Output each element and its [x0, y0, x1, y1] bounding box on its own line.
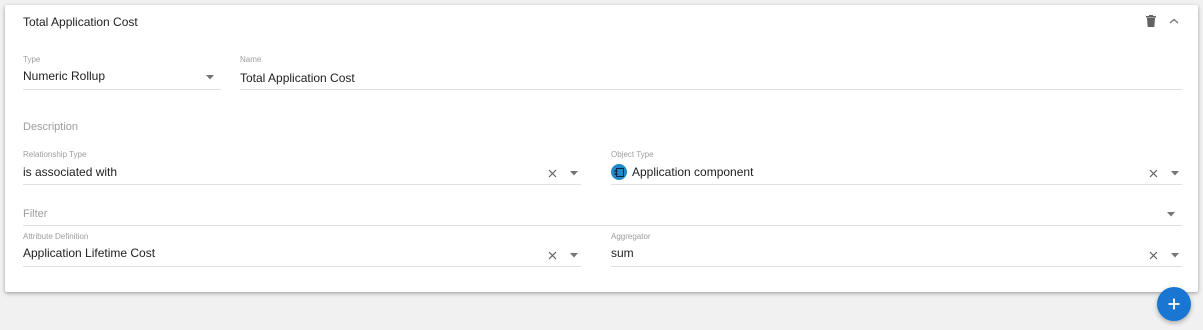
- object-type-dropdown-toggle[interactable]: [1168, 166, 1182, 180]
- aggregator-clear-button[interactable]: [1146, 248, 1160, 262]
- card-title: Total Application Cost: [23, 15, 138, 29]
- add-button[interactable]: [1157, 287, 1191, 321]
- attribute-definition-value: Application Lifetime Cost: [23, 246, 156, 260]
- caret-down-icon: [1167, 211, 1175, 216]
- aggregator-label: Aggregator: [611, 232, 651, 241]
- name-label: Name: [240, 55, 262, 64]
- close-icon: [548, 169, 556, 177]
- close-icon: [1149, 169, 1157, 177]
- relationship-type-value: is associated with: [23, 165, 118, 179]
- aggregator-dropdown-toggle[interactable]: [1168, 248, 1182, 262]
- filter-select[interactable]: Filter: [23, 203, 1182, 226]
- delete-button[interactable]: [1142, 11, 1160, 31]
- close-icon: [548, 251, 556, 259]
- plus-icon: [1168, 298, 1180, 310]
- aggregator-select[interactable]: Aggregator sum: [611, 232, 1182, 267]
- type-dropdown-toggle[interactable]: [203, 70, 217, 84]
- caret-down-icon: [570, 252, 578, 257]
- relationship-type-label: Relationship Type: [23, 150, 87, 159]
- name-field[interactable]: Name Total Application Cost: [240, 55, 1182, 90]
- relationship-type-clear-button[interactable]: [545, 166, 559, 180]
- name-value: Total Application Cost: [240, 71, 355, 85]
- object-type-clear-button[interactable]: [1146, 166, 1160, 180]
- filter-placeholder: Filter: [23, 208, 48, 220]
- collapse-button[interactable]: [1165, 11, 1183, 31]
- attribute-definition-dropdown-toggle[interactable]: [567, 248, 581, 262]
- type-select[interactable]: Type Numeric Rollup: [23, 55, 221, 90]
- type-label: Type: [23, 55, 41, 64]
- object-type-label: Object Type: [611, 150, 654, 159]
- relationship-type-select[interactable]: Relationship Type is associated with: [23, 150, 581, 185]
- caret-down-icon: [570, 170, 578, 175]
- application-component-icon: [611, 164, 627, 180]
- description-field[interactable]: Description: [23, 120, 1182, 142]
- caret-down-icon: [1171, 170, 1179, 175]
- relationship-type-dropdown-toggle[interactable]: [567, 166, 581, 180]
- attribute-definition-label: Attribute Definition: [23, 232, 89, 241]
- type-value: Numeric Rollup: [23, 69, 106, 83]
- chevron-up-icon: [1169, 18, 1179, 24]
- close-icon: [1149, 251, 1157, 259]
- attribute-definition-clear-button[interactable]: [545, 248, 559, 262]
- object-type-select[interactable]: Object Type Application component: [611, 150, 1182, 185]
- description-placeholder: Description: [23, 121, 79, 133]
- filter-dropdown-toggle[interactable]: [1164, 207, 1178, 221]
- aggregator-value: sum: [611, 246, 634, 260]
- trash-icon: [1146, 15, 1156, 27]
- caret-down-icon: [1171, 252, 1179, 257]
- object-type-value: Application component: [632, 165, 754, 179]
- rollup-card: Total Application Cost Type Numeric Roll…: [5, 5, 1198, 292]
- attribute-definition-select[interactable]: Attribute Definition Application Lifetim…: [23, 232, 581, 267]
- caret-down-icon: [206, 74, 214, 79]
